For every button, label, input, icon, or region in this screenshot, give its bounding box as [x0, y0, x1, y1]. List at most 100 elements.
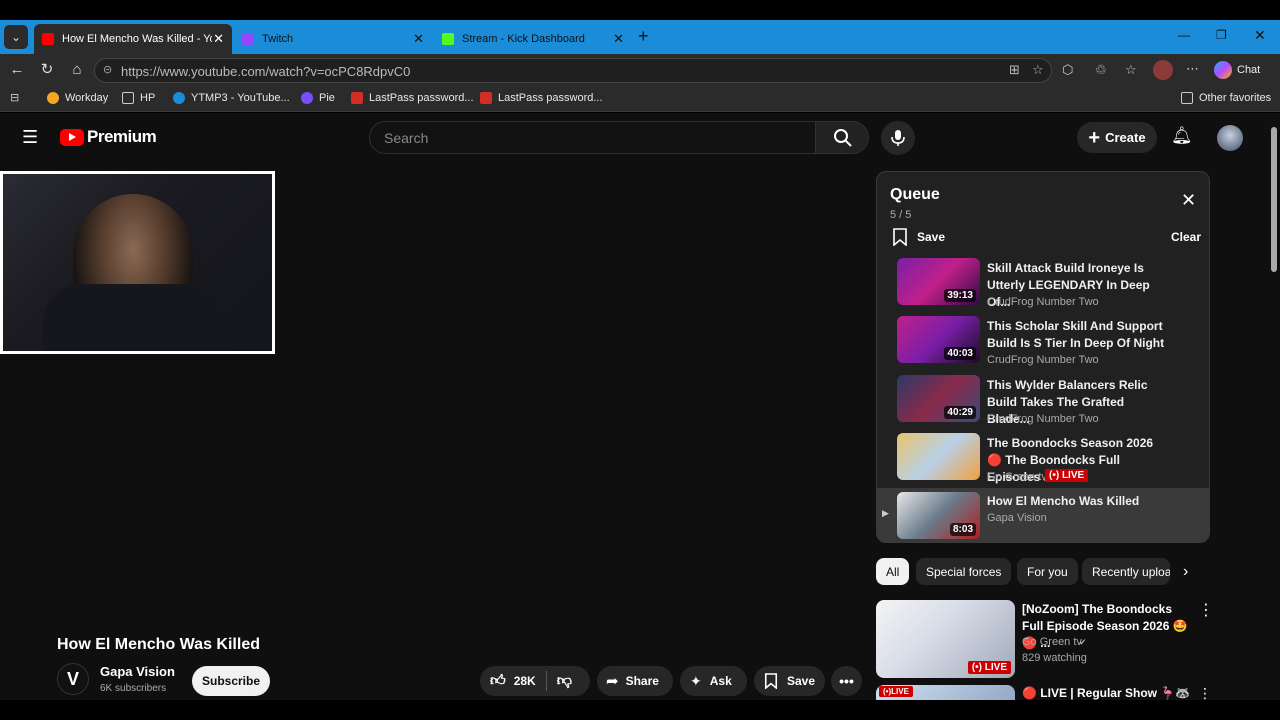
clear-queue-button[interactable]: Clear [1171, 230, 1201, 244]
share-label: Share [625, 674, 659, 688]
extensions-icon[interactable]: ⬡ [1062, 62, 1073, 78]
chip-recently-uploaded[interactable]: Recently uploaded [1082, 558, 1170, 585]
bookmark-label: LastPass password... [369, 92, 474, 104]
video-thumbnail[interactable]: (•) LIVE [876, 600, 1015, 678]
video-thumbnail[interactable]: 8:03 [897, 492, 980, 539]
webcam-overlay [0, 171, 275, 354]
search-icon [834, 129, 852, 147]
bookmark-pie[interactable]: Pie [301, 92, 335, 104]
bookmark-icon [893, 228, 907, 246]
duration-badge: 40:03 [944, 347, 976, 360]
save-queue-button[interactable]: Save [892, 228, 945, 246]
bookmark-label: YTMP3 - YouTube... [191, 92, 290, 104]
ask-button[interactable]: ✦ Ask [680, 666, 747, 696]
chevron-right-icon[interactable]: › [1183, 563, 1188, 581]
tab-actions-icon[interactable]: ⊟ [10, 91, 19, 104]
bookmark-workday[interactable]: Workday [47, 92, 108, 104]
bookmark-ytmp3[interactable]: YTMP3 - YouTube... [173, 92, 290, 104]
duration-badge: 39:13 [944, 289, 976, 302]
more-options-icon[interactable]: ⋮ [1198, 600, 1214, 620]
restore-icon[interactable]: ❐ [1216, 28, 1227, 42]
chip-all[interactable]: All [876, 558, 910, 585]
favorite-star-icon[interactable]: ☆ [1032, 62, 1044, 78]
video-thumbnail[interactable]: 40:03 [897, 316, 980, 363]
lastpass-icon [480, 92, 492, 104]
like-button[interactable]: 👍︎ 28K [480, 666, 536, 696]
youtube-logo[interactable]: Premium [60, 127, 157, 147]
search-button[interactable] [815, 121, 869, 154]
queue-item-title: How El Mencho Was Killed [987, 494, 1140, 508]
tab-twitch[interactable]: Twitch ✕ [234, 24, 432, 54]
favorites-icon[interactable]: ☆ [1125, 62, 1137, 78]
video-thumbnail[interactable] [897, 433, 980, 480]
tab-kick[interactable]: Stream - Kick Dashboard ✕ [434, 24, 632, 54]
scrollbar-thumb[interactable] [1271, 127, 1277, 272]
create-button[interactable]: + Create [1077, 122, 1157, 153]
recommendation-item[interactable]: (•)LIVE 🔴 LIVE | Regular Show 🦩🦝 | ⋮ [876, 685, 1216, 700]
tab-list-button[interactable]: ⌄ [4, 25, 28, 49]
thumbs-up-icon: 👍︎ [490, 672, 506, 689]
new-tab-icon[interactable]: + [638, 26, 649, 47]
queue-item[interactable]: 39:13 Skill Attack Build Ironeye Is Utte… [877, 255, 1209, 313]
chip-for-you[interactable]: For you [1017, 558, 1078, 585]
bookmark-hp[interactable]: HP [122, 92, 155, 104]
address-bar[interactable]: ⊝ https://www.youtube.com/watch?v=ocPC8R… [94, 58, 1052, 83]
live-badge: (•) LIVE [967, 661, 1011, 674]
address-toolbar: ← ↻ ⌂ ⊝ https://www.youtube.com/watch?v=… [0, 54, 1280, 86]
bookmark-lastpass-1[interactable]: LastPass password... [351, 92, 474, 104]
queue-item[interactable]: 40:03 This Scholar Skill And Support Bui… [877, 313, 1209, 371]
queue-title: Queue [890, 186, 940, 203]
share-button[interactable]: ➦ Share [597, 666, 673, 696]
close-tab-icon[interactable]: ✕ [413, 31, 424, 47]
channel-avatar[interactable]: V [57, 663, 89, 695]
app-available-icon[interactable]: ⊞ [1009, 62, 1020, 78]
notifications-bell-icon[interactable]: 🔔︎ [1171, 126, 1193, 146]
recommendation-meta: 829 watching [1022, 652, 1087, 664]
voice-search-button[interactable] [881, 121, 915, 155]
live-badge: (•)LIVE [879, 686, 913, 697]
video-thumbnail[interactable]: 39:13 [897, 258, 980, 305]
close-queue-icon[interactable]: ✕ [1181, 190, 1196, 211]
back-icon[interactable]: ← [6, 60, 28, 80]
queue-item[interactable]: The Boondocks Season 2026 🔴 The Boondock… [877, 430, 1209, 488]
video-thumbnail[interactable]: (•)LIVE [876, 685, 1015, 700]
profile-avatar[interactable] [1153, 60, 1173, 80]
now-playing-icon: ▶ [882, 508, 889, 518]
queue-item-channel: Gapa Vision [987, 512, 1047, 524]
queue-item-title: This Scholar Skill And Support Build Is … [987, 319, 1165, 350]
queue-item[interactable]: 40:29 This Wylder Balancers Relic Build … [877, 372, 1209, 430]
subscribe-button[interactable]: Subscribe [192, 666, 270, 696]
dislike-button[interactable]: 👎︎ [557, 672, 572, 690]
close-tab-icon[interactable]: ✕ [613, 31, 624, 47]
search-input[interactable]: Search [369, 121, 816, 154]
video-thumbnail[interactable]: 40:29 [897, 375, 980, 422]
channel-name[interactable]: Gapa Vision [100, 664, 175, 679]
more-menu-icon[interactable]: ⋯ [1186, 61, 1199, 77]
home-icon[interactable]: ⌂ [66, 60, 88, 80]
tab-youtube[interactable]: How El Mencho Was Killed - YouTube ✕ [34, 24, 232, 54]
other-favorites[interactable]: Other favorites [1181, 92, 1271, 104]
hamburger-menu-icon[interactable]: ☰ [22, 127, 38, 148]
queue-item-now-playing[interactable]: ▶ 8:03 How El Mencho Was Killed Gapa Vis… [877, 488, 1209, 542]
site-info-icon[interactable]: ⊝ [103, 63, 112, 76]
close-tab-icon[interactable]: ✕ [213, 31, 224, 47]
more-options-icon[interactable]: ⋮ [1198, 685, 1212, 700]
save-video-button[interactable]: Save [754, 666, 825, 696]
copilot-chat-button[interactable]: Chat [1214, 59, 1260, 81]
recommendation-item[interactable]: (•) LIVE [NoZoom] The Boondocks Full Epi… [876, 600, 1216, 680]
bookmark-lastpass-2[interactable]: LastPass password... [480, 92, 603, 104]
more-actions-button[interactable]: ••• [831, 666, 862, 696]
browser-tab-strip: ⌄ How El Mencho Was Killed - YouTube ✕ T… [0, 20, 1280, 54]
url-text[interactable]: https://www.youtube.com/watch?v=ocPC8Rdp… [121, 64, 410, 79]
window-close-icon[interactable]: ✕ [1254, 27, 1266, 44]
page-scrollbar[interactable] [1268, 113, 1280, 700]
folder-icon [1181, 92, 1193, 104]
minimize-icon[interactable]: — [1178, 28, 1190, 42]
account-avatar[interactable] [1217, 125, 1243, 151]
reload-icon[interactable]: ↻ [36, 60, 58, 80]
chat-label: Chat [1237, 64, 1261, 76]
duration-badge: 40:29 [944, 406, 976, 419]
chip-special-forces[interactable]: Special forces [916, 558, 1012, 585]
browser-essentials-icon[interactable]: ♲ [1095, 62, 1107, 78]
create-label: Create [1105, 130, 1146, 145]
